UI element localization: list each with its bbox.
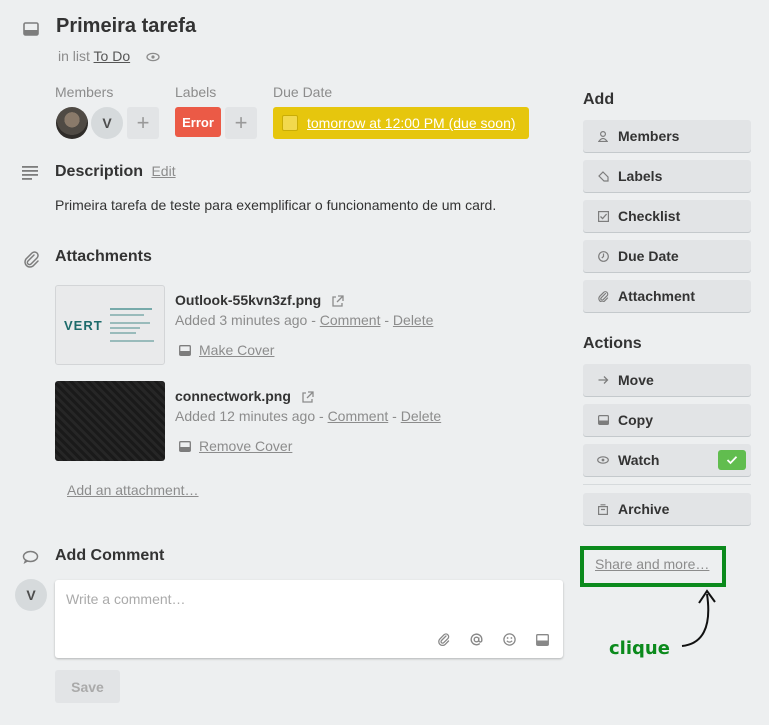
description-header: Description Edit [55,163,176,181]
attachment-thumbnail[interactable]: VERT [55,285,165,365]
description-text[interactable]: Primeira tarefa de teste para exemplific… [55,197,496,213]
attachment-delete-link[interactable]: Delete [393,312,433,328]
comment-input[interactable]: Write a comment… [55,580,563,658]
member-avatar-photo[interactable] [56,107,88,139]
add-member-button[interactable]: + [127,107,159,139]
archive-button[interactable]: Archive [583,493,751,525]
arrow-right-icon [597,375,609,385]
label-error[interactable]: Error [175,107,221,137]
in-list-prefix: in list [58,48,90,64]
description-heading: Description [55,163,144,180]
add-label-button[interactable]: + [225,107,257,139]
card-list-info: in list To Do [58,48,160,64]
external-link-icon[interactable] [301,391,314,404]
attachment-comment-link[interactable]: Comment [320,312,381,328]
description-icon [22,166,40,180]
clock-icon [597,250,609,262]
make-cover-link[interactable]: Make Cover [199,342,274,358]
watch-button[interactable]: Watch [583,444,751,476]
attachment-thumbnail[interactable] [55,381,165,461]
attachment-meta: Added 12 minutes ago - Comment - Delete [175,408,442,424]
card-icon [22,20,40,38]
person-icon [597,130,609,142]
sidebar-divider [583,484,751,485]
attachment-name[interactable]: Outlook-55kvn3zf.png [175,292,344,308]
paperclip-icon [597,290,609,302]
annotation-label: clique [609,638,670,659]
add-due-date-button[interactable]: Due Date [583,240,751,272]
due-date-text: tomorrow at 12:00 PM (due soon) [307,115,516,131]
copy-button[interactable]: Copy [583,404,751,436]
attachments-heading: Attachments [55,248,152,265]
eye-icon [146,52,160,62]
add-checklist-button[interactable]: Checklist [583,200,751,232]
card-title[interactable]: Primeira tarefa [56,15,196,38]
attach-icon[interactable] [438,633,450,646]
thumb-logo-text: VERT [64,318,103,333]
add-attachment-link[interactable]: Add an attachment… [67,482,199,498]
tag-icon [597,170,609,182]
actions-heading: Actions [583,335,642,352]
add-members-button[interactable]: Members [583,120,751,152]
add-heading: Add [583,91,615,108]
add-comment-heading: Add Comment [55,547,165,564]
external-link-icon[interactable] [331,295,344,308]
attachment-comment-link[interactable]: Comment [328,408,389,424]
list-link[interactable]: To Do [94,48,131,64]
eye-icon [597,456,609,464]
make-cover-action[interactable]: Make Cover [179,342,274,358]
due-complete-checkbox[interactable] [282,115,298,131]
attachment-name[interactable]: connectwork.png [175,388,314,404]
add-labels-button[interactable]: Labels [583,160,751,192]
description-edit-link[interactable]: Edit [151,163,175,179]
cover-icon [179,344,191,356]
move-button[interactable]: Move [583,364,751,396]
labels-label: Labels [175,84,217,100]
emoji-icon[interactable] [503,633,516,646]
comment-avatar: V [15,579,47,611]
due-date-label: Due Date [273,84,333,100]
checklist-icon [597,210,609,222]
comment-icon [22,550,39,565]
archive-icon [597,503,609,515]
comment-placeholder: Write a comment… [66,591,186,607]
watch-check-icon [718,450,746,470]
copy-card-icon [597,415,609,425]
due-date-button[interactable]: tomorrow at 12:00 PM (due soon) [273,107,529,139]
attachment-delete-link[interactable]: Delete [401,408,441,424]
cover-icon [179,440,191,452]
members-label: Members [55,84,114,100]
remove-cover-action[interactable]: Remove Cover [179,438,292,454]
attachment-meta: Added 3 minutes ago - Comment - Delete [175,312,434,328]
add-attachment-button[interactable]: Attachment [583,280,751,312]
card-link-icon[interactable] [536,633,549,646]
annotation-arrow [681,589,716,647]
member-avatar-v[interactable]: V [91,107,123,139]
save-comment-button[interactable]: Save [55,670,120,703]
attachments-icon [22,250,40,268]
mention-icon[interactable] [470,633,483,646]
remove-cover-link[interactable]: Remove Cover [199,438,292,454]
share-and-more-link[interactable]: Share and more… [595,556,709,572]
